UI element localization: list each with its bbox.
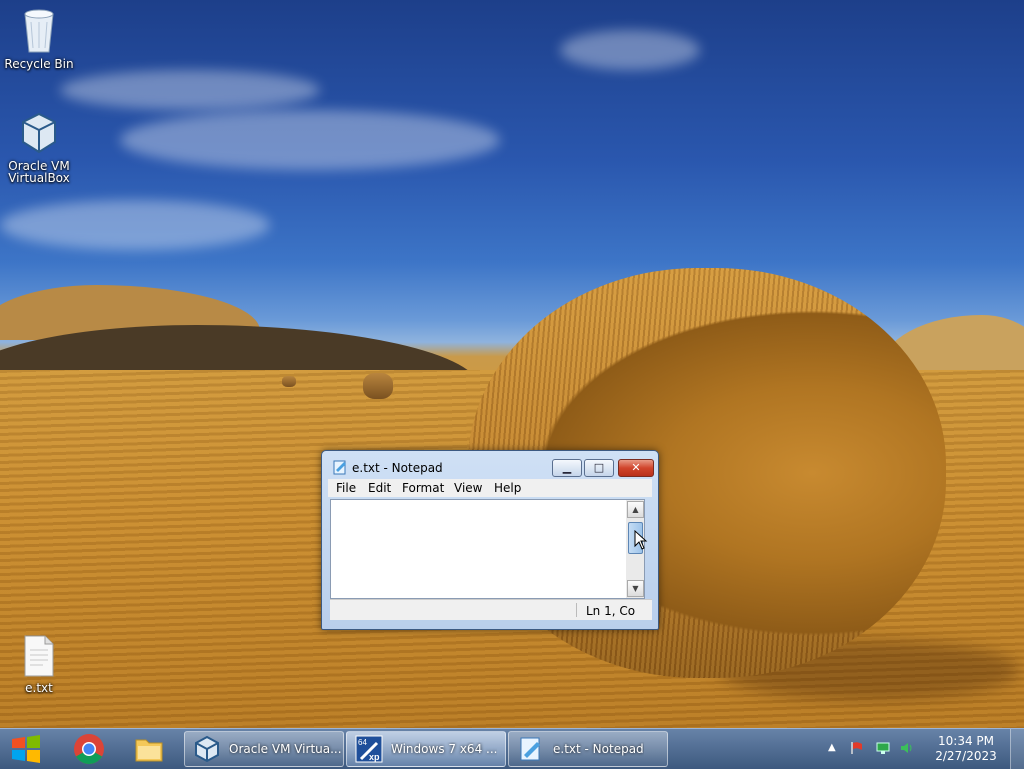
maximize-button[interactable]: □ — [584, 459, 614, 477]
desktop-icon-e-txt[interactable]: e.txt — [1, 634, 77, 694]
windows-start-icon — [12, 735, 40, 763]
cloud — [60, 70, 320, 110]
notepad-icon — [333, 460, 346, 475]
text-file-icon — [24, 635, 54, 677]
notepad-icon — [520, 737, 540, 761]
maximize-icon: □ — [593, 461, 605, 474]
taskbar-pinned-file-explorer[interactable] — [124, 732, 174, 766]
desktop-icon-label: Oracle VM VirtualBox — [8, 159, 70, 185]
menu-help[interactable]: Help — [494, 481, 521, 495]
file-explorer-icon — [135, 739, 163, 762]
windows-xp-vm-icon: 64 xp — [355, 735, 383, 763]
show-desktop-button[interactable] — [1010, 729, 1024, 769]
taskbar: Oracle VM Virtua... 64 xp Windows 7 x64 … — [0, 728, 1024, 769]
taskbar-button-label: Oracle VM Virtua... — [229, 742, 342, 756]
svg-text:64: 64 — [358, 738, 367, 747]
scroll-up-button[interactable]: ▲ — [627, 501, 644, 518]
cloud — [560, 30, 700, 70]
window-title: e.txt - Notepad — [352, 461, 443, 475]
network-icon[interactable] — [876, 741, 890, 755]
menu-file[interactable]: File — [336, 481, 356, 495]
virtualbox-icon — [195, 735, 219, 763]
cloud — [120, 110, 500, 170]
mouse-cursor-icon — [634, 530, 648, 550]
taskbar-button-virtualbox[interactable]: Oracle VM Virtua... — [184, 731, 344, 767]
menu-bar: File Edit Format View Help — [328, 479, 652, 497]
clock-date: 2/27/2023 — [935, 749, 997, 763]
chrome-icon — [74, 734, 104, 765]
menu-edit[interactable]: Edit — [368, 481, 391, 495]
desktop-icon-recycle-bin[interactable]: Recycle Bin — [1, 8, 77, 70]
scroll-down-button[interactable]: ▼ — [627, 580, 644, 597]
taskbar-button-windows7-vm[interactable]: 64 xp Windows 7 x64 ... — [346, 731, 506, 767]
hay-bale — [282, 376, 296, 387]
status-divider — [576, 603, 577, 617]
desktop-icon-label: Recycle Bin — [4, 57, 74, 71]
minimize-icon: ▁ — [562, 461, 572, 474]
clock-time: 10:34 PM — [938, 734, 994, 748]
taskbar-button-notepad[interactable]: e.txt - Notepad — [508, 731, 668, 767]
virtualbox-icon — [22, 112, 56, 154]
volume-icon[interactable] — [900, 741, 914, 755]
title-bar[interactable]: e.txt - Notepad ▁ □ ✕ — [328, 457, 654, 477]
desktop-icon-virtualbox[interactable]: Oracle VM VirtualBox — [1, 110, 77, 184]
show-hidden-icons-button[interactable]: ▲ — [828, 741, 842, 755]
hay-bale — [363, 373, 393, 399]
close-button[interactable]: ✕ — [618, 459, 654, 477]
arrow-up-icon: ▲ — [632, 505, 639, 514]
system-clock[interactable]: 10:34 PM 2/27/2023 — [930, 734, 1002, 764]
taskbar-button-label: e.txt - Notepad — [553, 742, 644, 756]
taskbar-pinned-chrome[interactable] — [64, 732, 114, 766]
close-icon: ✕ — [631, 461, 641, 474]
recycle-bin-icon — [24, 9, 54, 53]
notepad-window[interactable]: e.txt - Notepad ▁ □ ✕ File Edit Format V… — [321, 450, 659, 630]
start-button[interactable] — [6, 733, 46, 765]
menu-view[interactable]: View — [454, 481, 482, 495]
text-editor-area[interactable] — [330, 499, 636, 599]
arrow-down-icon: ▼ — [632, 584, 639, 593]
cursor-position-status: Ln 1, Co — [586, 604, 636, 618]
cloud — [0, 200, 270, 250]
svg-text:xp: xp — [369, 752, 380, 762]
minimize-button[interactable]: ▁ — [552, 459, 582, 477]
status-bar: Ln 1, Co — [330, 599, 652, 620]
desktop-icon-label: e.txt — [25, 681, 53, 695]
taskbar-button-label: Windows 7 x64 ... — [391, 742, 498, 756]
menu-format[interactable]: Format — [402, 481, 444, 495]
action-center-flag-icon[interactable] — [850, 741, 864, 755]
